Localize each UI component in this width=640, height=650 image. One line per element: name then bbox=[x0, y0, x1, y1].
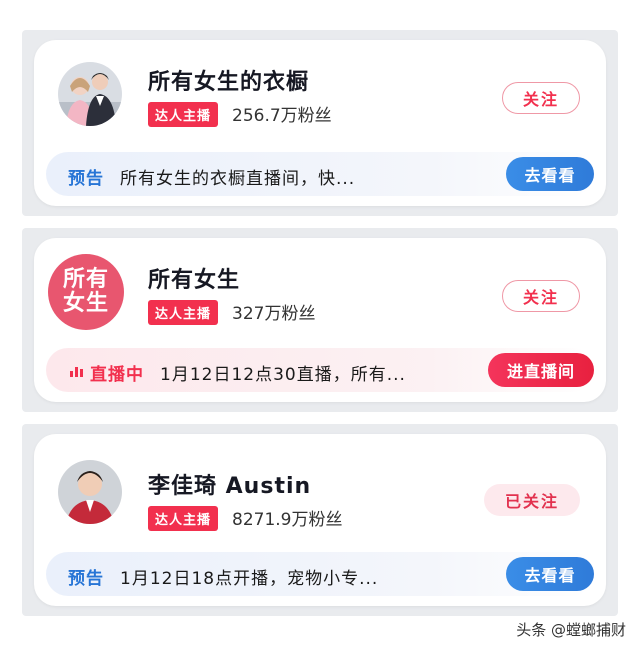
streamer-badge: 达人主播 bbox=[148, 102, 219, 127]
go-watch-button[interactable]: 去看看 bbox=[506, 157, 594, 191]
live-bar[interactable]: 直播中 1月12日12点30直播，所有... 进直播间 bbox=[46, 348, 594, 392]
brand-logo: 所有 女生 bbox=[48, 254, 124, 330]
logo-line-1: 所有 bbox=[62, 267, 109, 292]
streamer-panel-3: 李佳琦 Austin 达人主播 8271.9万粉丝 已关注 预告 1月12日18… bbox=[22, 424, 618, 616]
fan-count: 256.7万粉丝 bbox=[232, 106, 332, 126]
streamer-name[interactable]: 所有女生的衣橱 bbox=[148, 64, 309, 96]
avatar[interactable]: 所有 女生 bbox=[48, 254, 124, 330]
fan-count: 327万粉丝 bbox=[232, 304, 316, 324]
logo-line-2: 女生 bbox=[62, 291, 109, 316]
streamer-name[interactable]: 所有女生 bbox=[148, 262, 240, 294]
streamer-panel-1: 所有女生的衣橱 达人主播 256.7万粉丝 关注 预告 所有女生的衣橱直播间，快… bbox=[22, 30, 618, 216]
fan-count: 8271.9万粉丝 bbox=[232, 510, 343, 530]
preview-bar[interactable]: 预告 所有女生的衣橱直播间，快... 去看看 bbox=[46, 152, 594, 196]
followed-button[interactable]: 已关注 bbox=[484, 484, 580, 516]
streamer-card[interactable]: 所有女生的衣橱 达人主播 256.7万粉丝 关注 预告 所有女生的衣橱直播间，快… bbox=[34, 40, 606, 206]
couple-photo-avatar bbox=[58, 62, 122, 126]
preview-text: 所有女生的衣橱直播间，快... bbox=[120, 169, 356, 189]
preview-bar[interactable]: 预告 1月12日18点开播，宠物小专... 去看看 bbox=[46, 552, 594, 596]
preview-tag: 预告 bbox=[68, 569, 104, 589]
streamer-name[interactable]: 李佳琦 Austin bbox=[148, 468, 311, 500]
follow-button[interactable]: 关注 bbox=[502, 82, 580, 114]
streamer-card[interactable]: 所有 女生 所有女生 达人主播 327万粉丝 关注 直播中 1月12日12点30… bbox=[34, 238, 606, 402]
avatar[interactable] bbox=[58, 62, 122, 126]
streamer-panel-2: 所有 女生 所有女生 达人主播 327万粉丝 关注 直播中 1月12日12点30… bbox=[22, 228, 618, 412]
live-tag: 直播中 bbox=[90, 365, 144, 385]
preview-tag: 预告 bbox=[68, 169, 104, 189]
streamer-badge: 达人主播 bbox=[148, 300, 219, 325]
enter-live-button[interactable]: 进直播间 bbox=[488, 353, 594, 387]
follow-button[interactable]: 关注 bbox=[502, 280, 580, 312]
live-bars-icon bbox=[70, 367, 83, 377]
man-portrait-avatar bbox=[58, 460, 122, 524]
live-text: 1月12日12点30直播，所有... bbox=[160, 365, 406, 385]
streamer-badge: 达人主播 bbox=[148, 506, 219, 531]
watermark: 头条 @螳螂捕财 bbox=[516, 621, 626, 639]
preview-text: 1月12日18点开播，宠物小专... bbox=[120, 569, 379, 589]
go-watch-button[interactable]: 去看看 bbox=[506, 557, 594, 591]
avatar[interactable] bbox=[58, 460, 122, 524]
streamer-card[interactable]: 李佳琦 Austin 达人主播 8271.9万粉丝 已关注 预告 1月12日18… bbox=[34, 434, 606, 606]
